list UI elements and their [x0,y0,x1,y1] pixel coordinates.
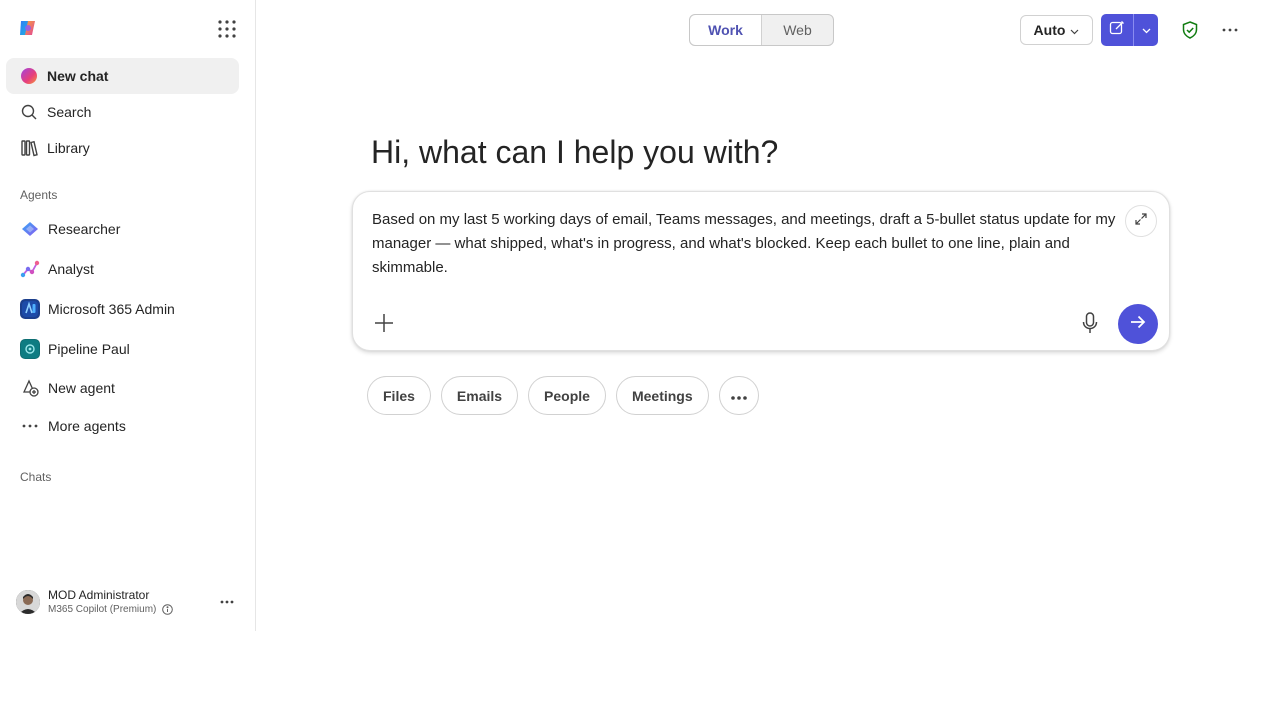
prompt-input[interactable]: Based on my last 5 working days of email… [372,208,1117,280]
m365-admin-icon [20,299,40,319]
user-profile[interactable]: MOD Administrator M365 Copilot (Premium) [16,588,248,618]
new-agent-label: New agent [48,380,115,396]
search-label: Search [47,104,92,120]
arrow-right-icon [1128,312,1148,337]
more-options-icon [730,388,748,404]
info-icon[interactable] [162,604,174,615]
more-options-icon[interactable] [1220,22,1240,38]
researcher-icon [20,219,40,239]
expand-icon [1134,212,1148,231]
copilot-logo-icon[interactable] [17,17,39,39]
library-button[interactable]: Library [6,130,239,166]
agent-analyst[interactable]: Analyst [6,251,239,287]
copilot-chat-icon [20,67,38,85]
sidebar: New chat Search Library Agents Researche… [0,0,256,631]
user-plan-label: M365 Copilot (Premium) [48,604,157,615]
agent-pipeline-paul-label: Pipeline Paul [48,341,130,357]
compose-button[interactable] [1101,14,1133,46]
work-web-toggle: Work Web [689,14,834,46]
chip-emails[interactable]: Emails [440,376,519,415]
tab-web[interactable]: Web [762,15,833,45]
model-selector-label: Auto [1033,22,1066,38]
chevron-down-icon [1142,21,1151,39]
chip-more-button[interactable] [718,376,759,415]
agent-analyst-label: Analyst [48,261,94,277]
new-chat-label: New chat [47,68,109,84]
expand-button[interactable] [1125,205,1157,237]
library-label: Library [47,140,90,156]
pipeline-paul-icon [20,339,40,359]
chip-people[interactable]: People [528,376,606,415]
agents-heading: Agents [20,188,58,202]
microphone-icon[interactable] [1080,311,1100,335]
chip-meetings[interactable]: Meetings [615,376,709,415]
model-selector-button[interactable]: Auto [1020,15,1093,45]
tab-work[interactable]: Work [690,15,762,45]
compose-icon [1109,20,1125,41]
chip-files[interactable]: Files [367,376,431,415]
agent-m365-admin[interactable]: Microsoft 365 Admin [6,291,239,327]
new-chat-split-button [1101,14,1158,46]
new-agent-button[interactable]: New agent [6,370,239,406]
more-agents-label: More agents [48,418,126,434]
context-chips: Files Emails People Meetings [367,376,769,415]
prompt-composer: Based on my last 5 working days of email… [352,191,1170,351]
agent-researcher-label: Researcher [48,221,121,237]
app-launcher-icon[interactable] [216,18,238,40]
user-name: MOD Administrator [48,588,150,602]
chats-heading: Chats [20,470,52,484]
greeting-heading: Hi, what can I help you with? [371,134,779,170]
chevron-down-icon [1070,22,1079,38]
library-icon [20,139,38,157]
send-button[interactable] [1118,304,1158,344]
search-icon [20,103,38,121]
agent-m365-admin-label: Microsoft 365 Admin [48,301,175,317]
shield-check-icon[interactable] [1180,20,1200,40]
new-agent-icon [20,378,40,398]
more-agents-icon [20,416,40,436]
user-plan: M365 Copilot (Premium) [48,604,174,615]
agent-pipeline-paul[interactable]: Pipeline Paul [6,331,239,367]
more-agents-button[interactable]: More agents [6,408,239,444]
agent-researcher[interactable]: Researcher [6,211,239,247]
add-attachment-icon[interactable] [373,312,395,334]
new-chat-button[interactable]: New chat [6,58,239,94]
avatar [16,590,40,614]
analyst-icon [20,259,40,279]
search-button[interactable]: Search [6,94,239,130]
compose-dropdown-button[interactable] [1133,14,1158,46]
user-more-options-icon[interactable] [219,594,235,610]
